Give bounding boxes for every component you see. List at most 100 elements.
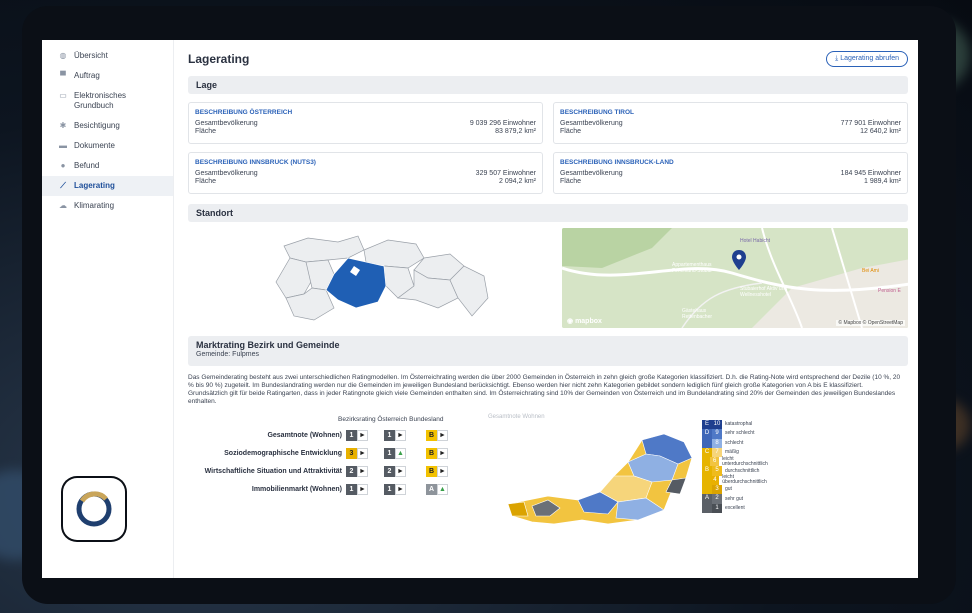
rating-grade: B	[426, 465, 437, 477]
eye-icon: ✱	[59, 121, 67, 130]
download-icon: ⤓	[835, 55, 839, 62]
sidebar-item-lagerating[interactable]: ⟋ Lagerating	[42, 176, 173, 196]
legend-swatch: 10	[712, 420, 722, 430]
rating-grade: 2	[384, 465, 395, 477]
card-row: Fläche 2 094,2 km²	[195, 178, 536, 186]
cloud-icon: ☁	[59, 201, 67, 210]
sidebar-item-label: Übersicht	[74, 51, 108, 60]
legend-group	[702, 503, 712, 513]
legend-group: A	[702, 494, 712, 504]
street-map-svg	[562, 228, 908, 328]
sidebar-item-befund[interactable]: ● Befund	[42, 156, 173, 176]
legend-group	[702, 485, 712, 495]
legend-row: B 5 durchschnittlich	[702, 466, 772, 476]
sidebar-item-auftrag[interactable]: ▀ Auftrag	[42, 66, 173, 86]
sidebar-item-grundbuch[interactable]: ▭ Elektronisches Grundbuch	[42, 86, 173, 116]
page-title: Lagerating	[188, 52, 250, 66]
legend-group: E	[702, 420, 712, 430]
rating-legend: E 10 katastrophal D 9 sehr schlecht 8 schlecht C…	[702, 420, 772, 513]
ratings-area: Bezirksrating Österreich Bundesland Gesa…	[188, 414, 908, 544]
mapbox-logo: ◉ mapbox	[567, 318, 602, 325]
legend-group: B	[702, 466, 712, 476]
rating-cell-bezirk: 1 ►	[346, 429, 368, 441]
legend-swatch: 6	[710, 457, 719, 467]
card-row: Gesamtbevölkerung 9 039 296 Einwohner	[195, 120, 536, 128]
location-map[interactable]: Hotel Habicht Appartementhaus Ferienland…	[562, 228, 908, 328]
sidebar-item-besichtigung[interactable]: ✱ Besichtigung	[42, 116, 173, 136]
rating-column-header: Bezirksrating Österreich Bundesland	[338, 416, 444, 423]
place-label: Appartementhaus Ferienland-Stubai	[672, 262, 712, 274]
row-label: Fläche	[195, 178, 217, 185]
dashboard-icon: ◍	[59, 51, 67, 60]
legend-row: C 7 mäßig	[702, 447, 772, 458]
sidebar-item-label: Klimarating	[74, 201, 115, 210]
legend-swatch: 2	[712, 494, 722, 504]
rating-row-label: Wirtschaftliche Situation und Attraktivi…	[204, 467, 342, 475]
lagerating-abrufen-button[interactable]: ⤓ Lagerating abrufen	[826, 51, 908, 67]
sidebar-item-dokumente[interactable]: ▬ Dokumente	[42, 136, 173, 156]
app-window: ◍ Übersicht ▀ Auftrag ▭ Elektronisches G…	[42, 40, 918, 578]
legend-row: E 10 katastrophal	[702, 420, 772, 430]
rating-row: Gesamtnote (Wohnen) 1 ► 1 ► B ►	[188, 428, 488, 442]
trend-up-icon: ▲	[437, 483, 448, 495]
legend-row: 1 excellent	[702, 503, 772, 513]
rating-row-label: Soziodemographische Entwicklung	[224, 449, 342, 457]
legend-swatch: 7	[712, 447, 722, 458]
legend-label: leicht unterdurchschnittlich	[721, 455, 768, 467]
card-title: BESCHREIBUNG INNSBRUCK (NUTS3)	[195, 159, 316, 166]
district-shape	[283, 235, 365, 263]
marktrating-heading: Marktrating Bezirk und Gemeinde Gemeinde…	[188, 336, 908, 366]
rating-cell-bundesland: A ▲	[426, 483, 448, 495]
row-value: 83 879,2 km²	[495, 128, 536, 135]
rating-row-label: Gesamtnote (Wohnen)	[267, 431, 342, 439]
lage-card: BESCHREIBUNG INNSBRUCK (NUTS3) Gesamtbev…	[188, 152, 543, 194]
legend-swatch: 4	[710, 475, 720, 486]
legend-label: excellent	[725, 504, 745, 511]
card-title: BESCHREIBUNG INNSBRUCK-LAND	[560, 159, 674, 166]
marktrating-title: Marktrating Bezirk und Gemeinde	[196, 340, 340, 350]
sidebar-item-uebersicht[interactable]: ◍ Übersicht	[42, 46, 173, 66]
mapbox-logo-text: mapbox	[575, 318, 602, 325]
row-label: Gesamtbevölkerung	[195, 170, 258, 177]
legend-label: mäßig	[725, 449, 739, 456]
page-header: Lagerating ⤓ Lagerating abrufen	[188, 48, 908, 70]
rating-cell-bezirk: 3 ►	[346, 447, 368, 459]
rating-grade: 2	[346, 465, 357, 477]
map-attribution[interactable]: © Mapbox © OpenStreetMap	[836, 320, 905, 326]
rating-cell-bezirk: 2 ►	[346, 465, 368, 477]
section-standort-heading: Standort	[188, 204, 908, 222]
rating-grade: A	[426, 483, 437, 495]
row-label: Gesamtbevölkerung	[560, 120, 623, 127]
card-row: Gesamtbevölkerung 777 901 Einwohner	[560, 120, 901, 128]
rating-grade: 1	[384, 447, 395, 459]
rating-grade: 1	[346, 483, 357, 495]
legend-row: 3 gut	[702, 485, 772, 495]
row-value: 329 507 Einwohner	[475, 170, 536, 177]
trend-right-icon: ►	[357, 465, 368, 477]
legend-label: sehr schlecht	[725, 430, 755, 437]
row-label: Fläche	[560, 128, 582, 135]
rating-cell-bundesland: B ►	[426, 447, 448, 459]
trend-right-icon: ►	[437, 429, 448, 441]
rating-row-label: Immobilienmarkt (Wohnen)	[251, 485, 342, 493]
innsbruck-land-district	[325, 257, 387, 309]
trend-right-icon: ►	[395, 483, 406, 495]
district-map-svg	[275, 235, 489, 321]
button-label: Lagerating abrufen	[840, 55, 899, 62]
row-value: 1 989,4 km²	[864, 178, 901, 185]
location-pin-icon[interactable]	[732, 250, 746, 270]
row-label: Fläche	[195, 128, 217, 135]
trend-right-icon: ►	[437, 447, 448, 459]
sidebar-item-klimarating[interactable]: ☁ Klimarating	[42, 196, 173, 216]
legend-group	[702, 457, 711, 467]
main-content: Lagerating ⤓ Lagerating abrufen Lage BES…	[174, 40, 918, 578]
rating-row: Soziodemographische Entwicklung 3 ► 1 ▲ B ►	[188, 446, 488, 460]
rating-table: Bezirksrating Österreich Bundesland Gesa…	[188, 414, 488, 544]
card-row: Gesamtbevölkerung 184 945 Einwohner	[560, 170, 901, 178]
sidebar-item-label: Lagerating	[74, 181, 115, 190]
marktrating-subtitle: Gemeinde: Fulpmes	[196, 351, 260, 358]
place-label: Stubaierhof Aktiv und Wellnesshotel	[740, 286, 788, 298]
folder-icon: ▬	[59, 141, 67, 150]
row-value: 777 901 Einwohner	[840, 120, 901, 127]
users-icon: ●	[60, 161, 66, 170]
